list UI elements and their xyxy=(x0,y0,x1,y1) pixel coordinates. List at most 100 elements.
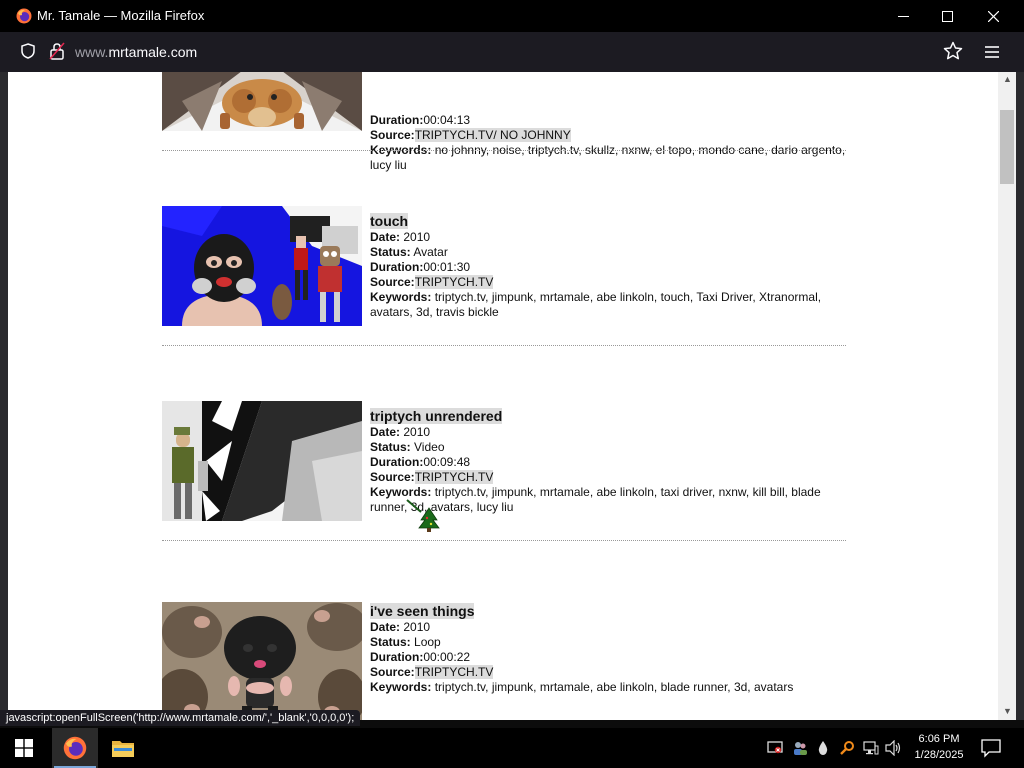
keywords-line: Keywords: triptych.tv, jimpunk, mrtamale… xyxy=(370,680,850,695)
start-button[interactable] xyxy=(0,728,48,768)
video-thumbnail[interactable] xyxy=(162,206,362,326)
lock-icon[interactable] xyxy=(49,42,65,60)
maximize-icon xyxy=(941,10,953,22)
firefox-icon xyxy=(63,736,87,760)
duration-label: Duration: xyxy=(370,113,424,127)
window-titlebar: Mr. Tamale — Mozilla Firefox xyxy=(0,0,1024,32)
video-title[interactable]: i've seen things xyxy=(370,603,475,619)
duration-line: Duration:00:04:13 xyxy=(370,113,850,128)
date-label: Date: xyxy=(370,230,401,244)
notification-center-icon[interactable] xyxy=(980,738,1002,758)
scroll-down-arrow-icon[interactable]: ▼ xyxy=(1003,706,1012,716)
info-offset xyxy=(370,72,850,113)
keywords-label: Keywords: xyxy=(370,290,432,304)
video-title[interactable]: touch xyxy=(370,213,409,229)
video-info: Duration:00:04:13 Source:TRIPTYCH.TV/ NO… xyxy=(370,72,850,173)
scroll-up-arrow-icon[interactable]: ▲ xyxy=(1003,74,1012,84)
source-line: Source:TRIPTYCH.TV xyxy=(370,275,850,290)
tray-droplet-icon[interactable] xyxy=(814,739,832,757)
close-icon xyxy=(987,10,999,22)
tray-search-key-icon[interactable] xyxy=(838,739,856,757)
keywords-value: triptych.tv, jimpunk, mrtamale, abe link… xyxy=(370,290,822,319)
windows-taskbar: 6:06 PM 1/28/2025 xyxy=(0,728,1024,768)
firefox-icon xyxy=(16,8,32,24)
video-entry: i've seen things Date: 2010 Status: Loop… xyxy=(162,550,852,720)
tray-screen-icon[interactable] xyxy=(766,739,784,757)
duration-line: Duration:00:09:48 xyxy=(370,455,850,470)
status-value: Avatar xyxy=(413,245,448,259)
date-line: Date: 2010 xyxy=(370,425,850,440)
clock-date: 1/28/2025 xyxy=(914,749,964,761)
status-label: Status: xyxy=(370,440,411,454)
source-label: Source: xyxy=(370,665,415,679)
duration-label: Duration: xyxy=(370,260,424,274)
source-value[interactable]: TRIPTYCH.TV xyxy=(414,470,494,484)
taskbar-clock[interactable]: 6:06 PM 1/28/2025 xyxy=(904,731,974,763)
keywords-value: triptych.tv, jimpunk, mrtamale, abe link… xyxy=(370,485,821,514)
minimize-icon xyxy=(897,15,909,17)
page-viewport: Duration:00:04:13 Source: TRIPTYCH.TV/ NO… xyxy=(8,72,998,720)
entry-separator xyxy=(162,345,846,346)
kaleidoscope-skull-image xyxy=(162,72,362,131)
bookmark-star-button[interactable] xyxy=(942,41,964,63)
source-value[interactable]: TRIPTYCH.TV xyxy=(414,275,494,289)
video-entry: touch Date: 2010 Status: Avatar Duration… xyxy=(162,160,852,355)
window-left-edge xyxy=(0,72,8,720)
vertical-scrollbar[interactable]: ▲ ▼ xyxy=(998,72,1016,720)
address-bar[interactable]: www.mrtamale.com xyxy=(75,44,197,60)
video-entry: triptych unrendered Date: 2010 Status: V… xyxy=(162,355,852,550)
video-title[interactable]: triptych unrendered xyxy=(370,408,503,424)
url-domain: mrtamale.com xyxy=(108,44,198,60)
source-line: Source:TRIPTYCH.TV xyxy=(370,665,850,680)
shield-icon[interactable] xyxy=(20,43,36,59)
status-value: Loop xyxy=(414,635,441,649)
video-list: Duration:00:04:13 Source: TRIPTYCH.TV/ NO… xyxy=(162,72,852,720)
source-label: Source: xyxy=(370,470,415,484)
triptych-unrendered-image xyxy=(162,401,362,521)
duration-line: Duration:00:00:22 xyxy=(370,650,850,665)
video-entry: Duration:00:04:13 Source:TRIPTYCH.TV/ NO… xyxy=(162,72,852,172)
duration-label: Duration: xyxy=(370,650,424,664)
entry-separator xyxy=(162,540,846,541)
taskbar-explorer-button[interactable] xyxy=(100,728,146,768)
clock-time: 6:06 PM xyxy=(918,733,960,745)
keywords-line: Keywords: triptych.tv, jimpunk, mrtamale… xyxy=(370,290,850,320)
entry-separator xyxy=(162,150,846,151)
close-button[interactable] xyxy=(970,0,1016,32)
keywords-label: Keywords: xyxy=(370,680,432,694)
star-icon xyxy=(943,41,963,60)
scrollbar-thumb[interactable] xyxy=(1000,110,1014,184)
keywords-line: Keywords: triptych.tv, jimpunk, mrtamale… xyxy=(370,485,850,515)
status-line: Status: Loop xyxy=(370,635,850,650)
status-line: Status: Avatar xyxy=(370,245,850,260)
duration-value: 00:01:30 xyxy=(423,260,471,274)
status-label: Status: xyxy=(370,245,411,259)
keywords-value: triptych.tv, jimpunk, mrtamale, abe link… xyxy=(434,680,794,694)
maximize-button[interactable] xyxy=(924,0,970,32)
network-icon[interactable] xyxy=(862,739,880,757)
video-thumbnail[interactable] xyxy=(162,401,362,521)
windows-logo-icon xyxy=(15,739,33,757)
source-value[interactable]: TRIPTYCH.TV xyxy=(414,665,494,679)
date-label: Date: xyxy=(370,620,401,634)
date-value: 2010 xyxy=(403,425,431,439)
status-label: Status: xyxy=(370,635,411,649)
video-thumbnail[interactable] xyxy=(162,602,362,720)
taskbar-firefox-button[interactable] xyxy=(52,728,98,768)
date-line: Date: 2010 xyxy=(370,620,850,635)
minimize-button[interactable] xyxy=(880,0,926,32)
status-value: Video xyxy=(414,440,445,454)
navigation-toolbar: www.mrtamale.com xyxy=(0,32,1024,72)
video-info: triptych unrendered Date: 2010 Status: V… xyxy=(370,408,850,515)
duration-value: 00:00:22 xyxy=(423,650,471,664)
keywords-label: Keywords: xyxy=(370,485,432,499)
link-status-text: javascript:openFullScreen('http://www.mr… xyxy=(0,710,361,726)
duration-value: 00:09:48 xyxy=(423,455,471,469)
window-right-edge xyxy=(1016,72,1024,720)
volume-icon[interactable] xyxy=(885,739,903,757)
touch-avatar-image xyxy=(162,206,362,326)
hamburger-menu-icon[interactable] xyxy=(982,41,1002,63)
source-value[interactable]: TRIPTYCH.TV/ NO JOHNNY xyxy=(414,128,571,142)
tray-people-icon[interactable] xyxy=(791,739,809,757)
video-thumbnail[interactable] xyxy=(162,72,362,131)
